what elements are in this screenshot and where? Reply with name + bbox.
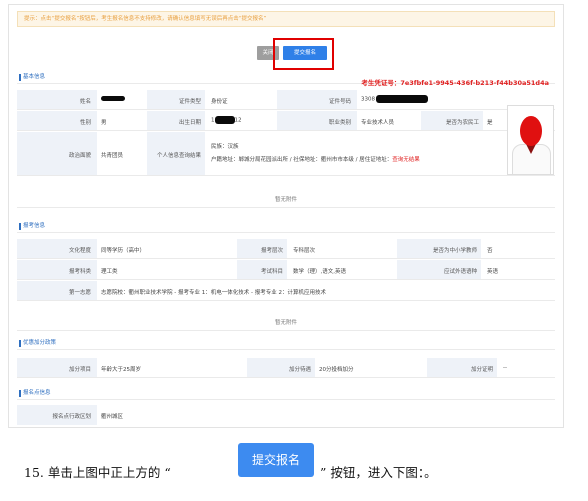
gender-label: 性别 xyxy=(79,120,91,126)
job-value: 专业技术人员 xyxy=(361,120,395,126)
exam-subjects-value: 数学（理）,语文,英语 xyxy=(293,269,346,275)
language-value: 英语 xyxy=(487,269,499,275)
ethnic-value: 民族：汉族 xyxy=(211,144,239,150)
no-attachment-exam: 暂无附件 xyxy=(17,315,555,331)
exam-subjects-label: 考试科目 xyxy=(260,269,283,275)
bonus-item-value: 年龄大于25周岁 xyxy=(101,367,141,373)
instruction-text-end: ” 按钮，进入下图：。 xyxy=(320,465,437,480)
screenshot-frame: 提示：点击“提交报名”按钮后，考生报名信息不支持修改，请确认信息填写无误后再点击… xyxy=(8,4,564,428)
teacher-value: 否 xyxy=(487,248,493,254)
subject-label: 报考科类 xyxy=(68,269,91,275)
bonus-proof-value: -- xyxy=(503,365,507,371)
row-subject: 报考科类 理工类 考试科目 数学（理）,语文,英语 应试外语语种 英语 xyxy=(17,260,555,280)
level-label: 报考层次 xyxy=(260,248,283,254)
choice-value: 志愿院校：衢州职业技术学院 - 报考专业 1：机电一体化技术 - 报考专业 2：… xyxy=(101,290,326,296)
name-label: 姓名 xyxy=(79,99,91,105)
check-label: 个人信息查询结果 xyxy=(156,153,201,159)
row-gender: 性别 男 出生日期 1 12 职业类别 专业技术人员 是否为农民工 是 xyxy=(17,111,555,131)
education-label: 文化程度 xyxy=(68,248,91,254)
id-type-label: 证件类型 xyxy=(178,99,201,105)
section-bonus-policy: 优惠加分政策 xyxy=(17,337,555,350)
hukou-value: 户籍地址：郸城分局花园派出所 / 社保地址：衢州市市本级 / 居住证地址：查询无… xyxy=(211,157,420,163)
site-area-value: 衢州城区 xyxy=(101,414,124,420)
farmer-label: 是否为农民工 xyxy=(445,120,479,126)
name-value xyxy=(101,96,125,102)
id-number-value: 3308 xyxy=(361,95,428,103)
bonus-item-label: 加分项目 xyxy=(68,367,91,373)
inline-submit-button-image: 提交报名 xyxy=(238,443,314,477)
row-choice: 第一志愿 志愿院校：衢州职业技术学院 - 报考专业 1：机电一体化技术 - 报考… xyxy=(17,281,555,301)
farmer-value: 是 xyxy=(487,120,493,126)
choice-label: 第一志愿 xyxy=(68,290,91,296)
bonus-treat-label: 加分待遇 xyxy=(288,367,311,373)
section-exam-info: 报考信息 xyxy=(17,220,555,233)
job-label: 职业类别 xyxy=(328,120,351,126)
id-type-value: 身份证 xyxy=(211,99,228,105)
avatar xyxy=(507,105,554,175)
no-attachment-basic: 暂无附件 xyxy=(17,192,555,208)
teacher-label: 是否为中小学教师 xyxy=(432,248,477,254)
politics-value: 共青团员 xyxy=(101,153,124,159)
bonus-treat-value: 20分投档加分 xyxy=(319,367,354,373)
subject-value: 理工类 xyxy=(101,269,118,275)
birth-label: 出生日期 xyxy=(178,120,201,126)
row-politics: 政治面貌 共青团员 个人信息查询结果 民族：汉族 户籍地址：郸城分局花园派出所 … xyxy=(17,132,555,176)
id-number-label: 证件号码 xyxy=(328,99,351,105)
bonus-proof-label: 加分证明 xyxy=(470,367,493,373)
highlight-box xyxy=(273,38,334,70)
level-value: 专科层次 xyxy=(293,248,316,254)
site-area-label: 报名点行政区划 xyxy=(52,414,91,420)
section-site-info: 报名点信息 xyxy=(17,387,555,400)
row-education: 文化程度 同等学历（高中） 报考层次 专科层次 是否为中小学教师 否 xyxy=(17,239,555,259)
language-label: 应试外语语种 xyxy=(443,269,477,275)
notice-banner: 提示：点击“提交报名”按钮后，考生报名信息不支持修改，请确认信息填写无误后再点击… xyxy=(17,11,555,27)
row-name: 姓名 证件类型 身份证 证件号码 3308 xyxy=(17,90,555,110)
row-bonus: 加分项目 年龄大于25周岁 加分待遇 20分投档加分 加分证明 -- xyxy=(17,358,555,378)
row-site: 报名点行政区划 衢州城区 xyxy=(17,405,555,425)
gender-value: 男 xyxy=(101,120,107,126)
birth-value: 1 12 xyxy=(211,116,242,124)
cert-number: 考生凭证号：7e3fbfe1-9945-436f-b213-f44b30a51d… xyxy=(361,79,549,87)
education-value: 同等学历（高中） xyxy=(101,248,146,254)
instruction-text: 15. 单击上图中正上方的 “ xyxy=(24,465,171,480)
politics-label: 政治面貌 xyxy=(68,153,91,159)
